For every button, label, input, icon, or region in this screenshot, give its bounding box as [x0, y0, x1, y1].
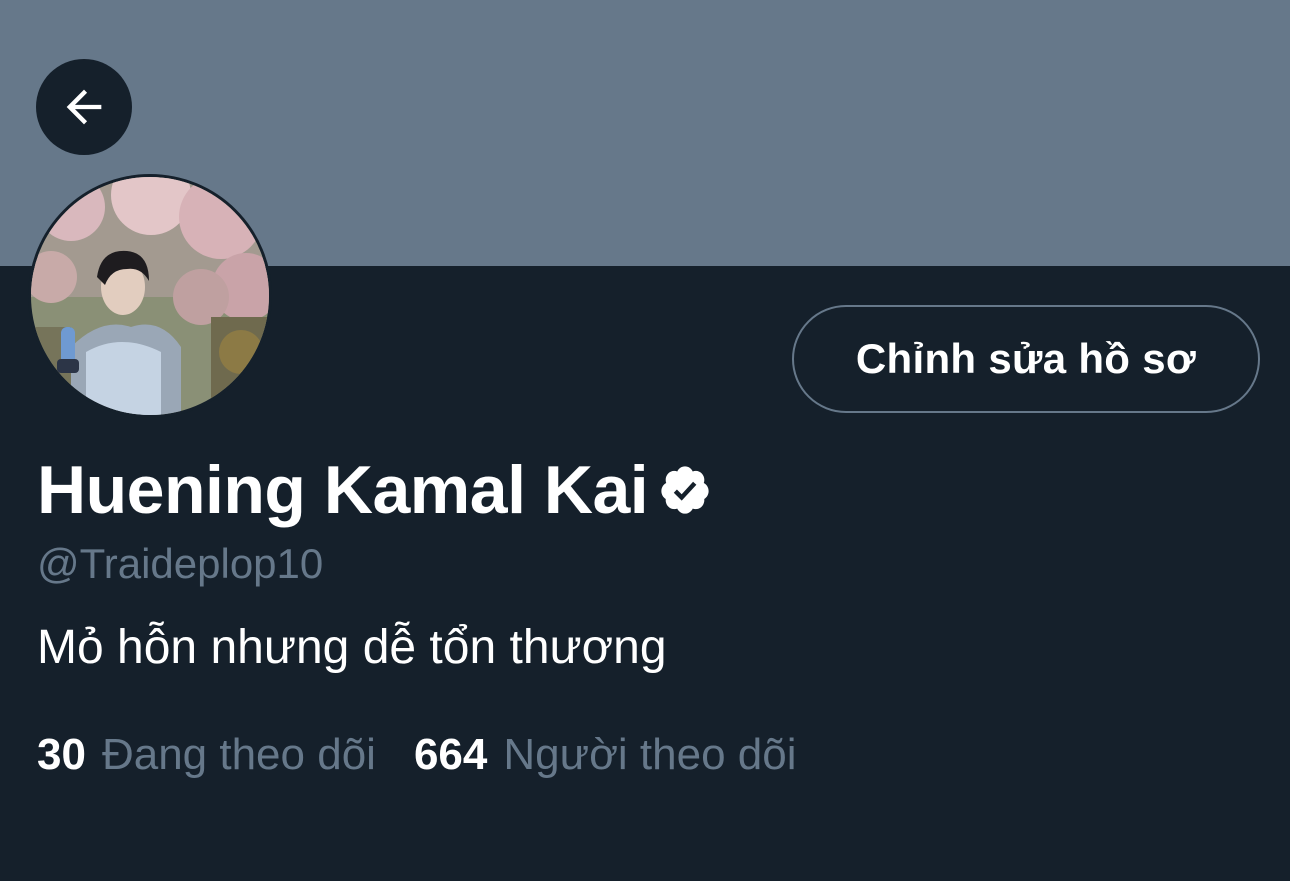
following-count: 30: [37, 730, 86, 779]
followers-label: Người theo dõi: [503, 730, 797, 779]
followers-count: 664: [413, 730, 488, 779]
display-name: Huening Kamal Kai: [37, 452, 649, 528]
username-handle: @Traideplop10: [37, 540, 324, 587]
edit-profile-button[interactable]: Chỉnh sửa hồ sơ: [792, 305, 1260, 413]
back-button[interactable]: [36, 59, 132, 155]
following-label: Đang theo dõi: [101, 730, 376, 779]
verified-badge-icon: [661, 466, 709, 514]
arrow-left-icon: [66, 89, 102, 125]
profile-bio: Mỏ hỗn nhưng dễ tổn thương: [37, 621, 667, 674]
following-link[interactable]: 30 Đang theo dõi: [37, 726, 376, 784]
name-row: Huening Kamal Kai: [37, 448, 712, 532]
followers-link[interactable]: 664 Người theo dõi: [414, 726, 797, 784]
avatar-photo: [31, 177, 269, 415]
avatar[interactable]: [28, 174, 272, 418]
profile-stats: 30 Đang theo dõi 664 Người theo dõi: [37, 726, 835, 784]
